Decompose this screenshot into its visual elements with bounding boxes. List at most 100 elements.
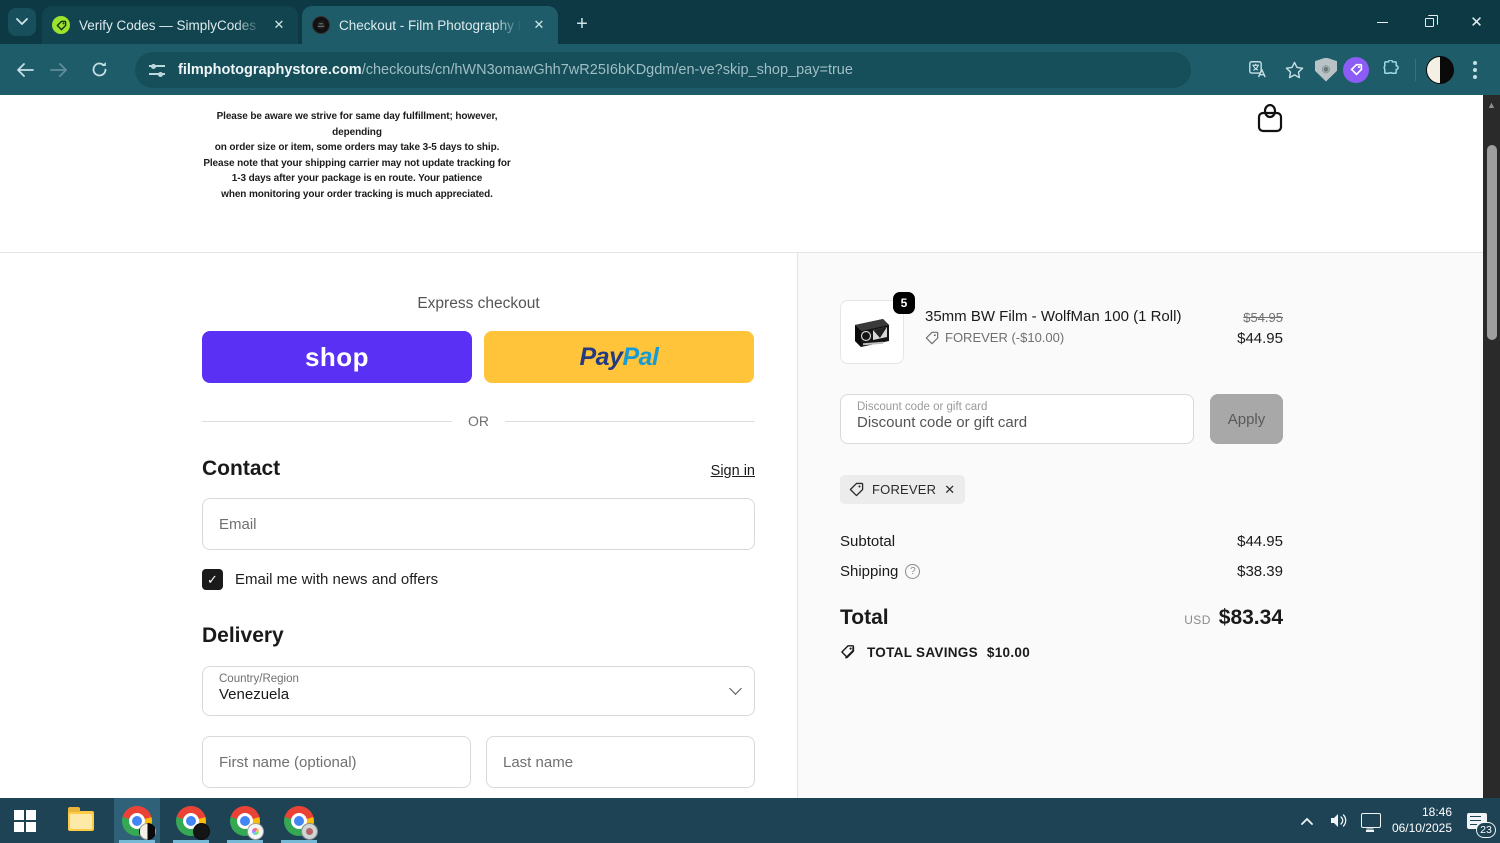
paypal-button[interactable]: Pay Pal <box>484 331 754 383</box>
tab-search-button[interactable] <box>8 8 36 36</box>
product-original-price: $54.95 <box>1243 310 1283 325</box>
subtotal-value: $44.95 <box>1237 533 1283 550</box>
simplycodes-extension-icon[interactable] <box>1343 56 1369 83</box>
minimize-button[interactable] <box>1359 0 1406 44</box>
scroll-up-icon[interactable]: ▲ <box>1483 97 1500 113</box>
notification-count-badge: 23 <box>1476 821 1496 838</box>
shopping-bag-icon <box>1257 104 1283 133</box>
remove-discount-icon[interactable]: ✕ <box>944 482 955 498</box>
notification-center-button[interactable]: 23 <box>1462 806 1496 838</box>
shop-pay-button[interactable]: shop <box>202 331 472 383</box>
discount-chip-label: FOREVER <box>872 482 937 497</box>
total-label: Total <box>840 606 889 629</box>
currency-code: USD <box>1184 613 1211 627</box>
contact-heading: Contact <box>202 457 281 480</box>
product-thumbnail: 5 <box>840 292 915 364</box>
taskbar-clock[interactable]: 18:46 06/10/2025 <box>1392 805 1452 836</box>
profile-badge <box>247 823 264 840</box>
applied-discount-chip: FOREVER ✕ <box>840 475 966 504</box>
tab-simplycodes[interactable]: Verify Codes — SimplyCodes ✕ <box>42 6 298 44</box>
subtotal-label: Subtotal <box>840 533 896 550</box>
shipping-label: Shipping <box>840 563 899 580</box>
paypal-logo-pay: Pay <box>579 342 623 371</box>
windows-logo-icon <box>14 809 36 832</box>
start-button[interactable] <box>2 798 48 843</box>
close-button[interactable]: ✕ <box>1453 0 1500 44</box>
url-text: filmphotographystore.com/checkouts/cn/hW… <box>178 62 853 78</box>
total-savings-row: TOTAL SAVINGS $10.00 <box>840 644 1283 660</box>
tab-close-icon[interactable]: ✕ <box>270 16 288 34</box>
savings-value: $10.00 <box>986 644 1031 660</box>
tag-icon <box>925 331 939 344</box>
restore-icon <box>1425 14 1438 27</box>
savings-label: TOTAL SAVINGS <box>867 644 978 660</box>
delivery-heading: Delivery <box>202 624 284 647</box>
profile-avatar[interactable] <box>1426 55 1454 84</box>
chrome-window-1-active[interactable] <box>114 798 160 843</box>
newsletter-checkbox[interactable]: ✓ <box>202 569 223 590</box>
email-field[interactable] <box>202 498 755 550</box>
subtotal-row: Subtotal $44.95 <box>840 533 1283 550</box>
new-tab-button[interactable]: + <box>568 10 596 38</box>
ethernet-icon <box>1360 813 1381 832</box>
chevron-up-icon <box>1301 817 1313 825</box>
network-button[interactable] <box>1360 813 1382 832</box>
express-pay-buttons: shop Pay Pal <box>202 331 755 383</box>
sign-in-link[interactable]: Sign in <box>711 463 755 479</box>
minimize-icon <box>1377 21 1388 23</box>
shipping-notice: Please be aware we strive for same day f… <box>203 111 511 200</box>
speaker-icon <box>1330 814 1347 827</box>
total-row: Total USD $83.34 <box>840 606 1283 630</box>
restore-button[interactable] <box>1406 0 1453 44</box>
express-checkout-heading: Express checkout <box>417 295 540 312</box>
window-controls: ✕ <box>1359 0 1500 44</box>
apply-button[interactable]: Apply <box>1210 394 1283 444</box>
country-select-value: Venezuela <box>219 686 290 703</box>
scrollbar-thumb[interactable] <box>1486 145 1497 340</box>
toolbar-separator <box>1415 58 1416 81</box>
product-price: $44.95 <box>1237 330 1283 347</box>
puzzle-icon <box>1382 60 1399 75</box>
discount-code-label: Discount code or gift card <box>857 401 988 413</box>
tray-expand-button[interactable] <box>1296 817 1318 825</box>
chrome-window-2[interactable] <box>168 798 214 843</box>
site-settings-icon[interactable] <box>149 63 167 77</box>
file-explorer-button[interactable] <box>58 798 104 843</box>
extensions-button[interactable] <box>1375 55 1405 85</box>
volume-button[interactable] <box>1328 813 1350 828</box>
chevron-down-icon <box>16 18 28 26</box>
cart-button[interactable] <box>1252 101 1288 137</box>
back-button[interactable] <box>8 53 42 87</box>
reload-button[interactable] <box>82 53 116 87</box>
page-scrollbar[interactable]: ▲ <box>1483 95 1500 798</box>
folder-icon <box>68 806 94 831</box>
product-discount-tag: FOREVER (-$10.00) <box>925 330 1237 345</box>
or-divider: OR <box>202 413 755 429</box>
clock-time: 18:46 <box>1421 804 1452 819</box>
tab-checkout[interactable]: Checkout - Film Photography P ✕ <box>302 6 558 44</box>
or-label: OR <box>468 413 489 429</box>
country-select[interactable]: Country/Region Venezuela <box>202 666 755 716</box>
first-name-field[interactable] <box>202 736 471 788</box>
simplycodes-favicon <box>52 16 70 34</box>
last-name-field[interactable] <box>486 736 755 788</box>
shield-extension-icon[interactable]: ◉ <box>1315 57 1337 82</box>
help-icon[interactable]: ? <box>905 564 921 579</box>
shipping-value: $38.39 <box>1237 563 1283 580</box>
translate-icon <box>1248 61 1266 78</box>
filmphotography-favicon <box>312 16 330 34</box>
checkout-page: Please be aware we strive for same day f… <box>0 95 1500 798</box>
shop-pay-label: shop <box>304 341 370 372</box>
bookmark-button[interactable] <box>1279 55 1309 85</box>
tab-close-icon[interactable]: ✕ <box>530 16 548 34</box>
browser-menu-button[interactable] <box>1460 55 1490 85</box>
translate-button[interactable] <box>1243 55 1273 85</box>
newsletter-option[interactable]: ✓ Email me with news and offers <box>202 569 755 590</box>
total-value: $83.34 <box>1218 606 1283 629</box>
discount-code-input[interactable]: Discount code or gift card Discount code… <box>840 394 1194 444</box>
chrome-window-3[interactable] <box>222 798 268 843</box>
forward-button[interactable] <box>42 53 76 87</box>
address-bar[interactable]: filmphotographystore.com/checkouts/cn/hW… <box>135 52 1191 88</box>
chrome-window-4[interactable] <box>276 798 322 843</box>
discount-code-row: Discount code or gift card Discount code… <box>840 394 1283 444</box>
